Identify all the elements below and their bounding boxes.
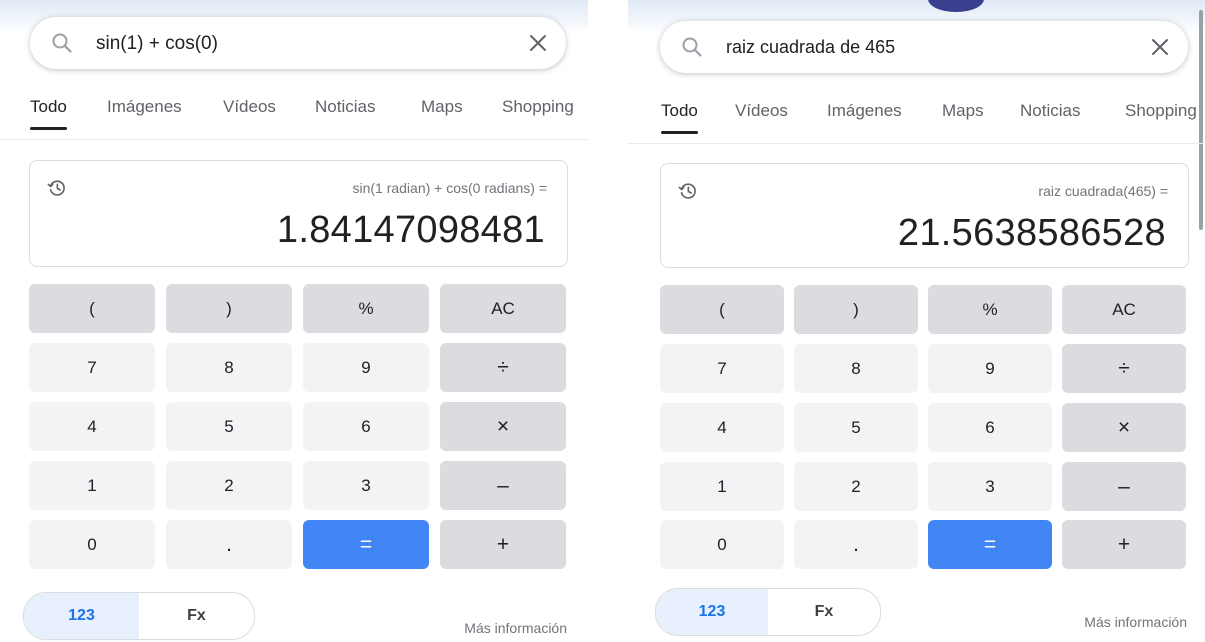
key-1[interactable]: 1 [660, 462, 784, 511]
search-tabs: Todo Imágenes Vídeos Noticias Maps Shopp… [0, 97, 588, 137]
key-decimal[interactable]: . [166, 520, 292, 569]
close-icon[interactable] [1148, 35, 1172, 59]
key-decimal[interactable]: . [794, 520, 918, 569]
key-5[interactable]: 5 [166, 402, 292, 451]
search-bar[interactable]: sin(1) + cos(0) [30, 17, 566, 69]
calculator-result: 1.84147098481 [276, 209, 545, 251]
calculator-expression: raiz cuadrada(465) = [1038, 183, 1168, 199]
tab-todo[interactable]: Todo [30, 97, 67, 130]
calculator-display: raiz cuadrada(465) = 21.5638586528 [660, 163, 1189, 268]
key-plus[interactable]: + [1062, 520, 1186, 569]
key-4[interactable]: 4 [660, 403, 784, 452]
key-close-paren[interactable]: ) [166, 284, 292, 333]
key-7[interactable]: 7 [29, 343, 155, 392]
mode-toggle: 123 Fx [655, 588, 881, 636]
tab-noticias[interactable]: Noticias [315, 97, 375, 117]
tabs-divider [0, 139, 588, 140]
key-clear-all[interactable]: AC [440, 284, 566, 333]
tab-videos[interactable]: Vídeos [735, 101, 788, 121]
key-0[interactable]: 0 [29, 520, 155, 569]
key-3[interactable]: 3 [303, 461, 429, 510]
key-plus[interactable]: + [440, 520, 566, 569]
key-0[interactable]: 0 [660, 520, 784, 569]
key-8[interactable]: 8 [166, 343, 292, 392]
key-multiply[interactable]: × [440, 402, 566, 451]
key-close-paren[interactable]: ) [794, 285, 918, 334]
key-4[interactable]: 4 [29, 402, 155, 451]
tab-imagenes[interactable]: Imágenes [107, 97, 182, 117]
history-icon[interactable] [677, 180, 699, 202]
key-divide[interactable]: ÷ [1062, 344, 1186, 393]
close-icon[interactable] [526, 31, 550, 55]
search-icon[interactable] [680, 35, 704, 59]
key-2[interactable]: 2 [166, 461, 292, 510]
key-5[interactable]: 5 [794, 403, 918, 452]
key-clear-all[interactable]: AC [1062, 285, 1186, 334]
key-minus[interactable]: – [1062, 462, 1186, 511]
key-3[interactable]: 3 [928, 462, 1052, 511]
history-icon[interactable] [46, 177, 68, 199]
key-equals[interactable]: = [303, 520, 429, 569]
search-tabs: Todo Vídeos Imágenes Maps Noticias Shopp… [628, 101, 1205, 141]
tab-shopping[interactable]: Shopping [1125, 101, 1197, 121]
search-query[interactable]: raiz cuadrada de 465 [726, 37, 895, 58]
calculator-result: 21.5638586528 [897, 212, 1166, 254]
calculator-display: sin(1 radian) + cos(0 radians) = 1.84147… [29, 160, 568, 267]
key-minus[interactable]: – [440, 461, 566, 510]
mode-functions-button[interactable]: Fx [139, 593, 254, 639]
more-info-link[interactable]: Más información [464, 620, 567, 636]
tab-shopping[interactable]: Shopping [502, 97, 574, 117]
search-icon[interactable] [50, 31, 74, 55]
key-6[interactable]: 6 [928, 403, 1052, 452]
mode-basic-button[interactable]: 123 [24, 593, 139, 639]
more-info-link[interactable]: Más información [1084, 614, 1187, 630]
key-divide[interactable]: ÷ [440, 343, 566, 392]
tab-imagenes[interactable]: Imágenes [827, 101, 902, 121]
key-percent[interactable]: % [303, 284, 429, 333]
key-6[interactable]: 6 [303, 402, 429, 451]
right-calculator-panel: raiz cuadrada de 465 Todo Vídeos Imágene… [628, 0, 1205, 642]
tab-todo[interactable]: Todo [661, 101, 698, 134]
key-1[interactable]: 1 [29, 461, 155, 510]
key-open-paren[interactable]: ( [660, 285, 784, 334]
tab-maps[interactable]: Maps [421, 97, 463, 117]
tab-noticias[interactable]: Noticias [1020, 101, 1080, 121]
mode-functions-button[interactable]: Fx [768, 589, 880, 635]
key-9[interactable]: 9 [303, 343, 429, 392]
tab-videos[interactable]: Vídeos [223, 97, 276, 117]
tab-maps[interactable]: Maps [942, 101, 984, 121]
key-2[interactable]: 2 [794, 462, 918, 511]
key-8[interactable]: 8 [794, 344, 918, 393]
key-open-paren[interactable]: ( [29, 284, 155, 333]
search-query[interactable]: sin(1) + cos(0) [96, 33, 218, 55]
mode-toggle: 123 Fx [23, 592, 255, 640]
key-7[interactable]: 7 [660, 344, 784, 393]
key-9[interactable]: 9 [928, 344, 1052, 393]
key-equals[interactable]: = [928, 520, 1052, 569]
calculator-expression: sin(1 radian) + cos(0 radians) = [352, 180, 547, 196]
key-multiply[interactable]: × [1062, 403, 1186, 452]
key-percent[interactable]: % [928, 285, 1052, 334]
mode-basic-button[interactable]: 123 [656, 589, 768, 635]
left-calculator-panel: sin(1) + cos(0) Todo Imágenes Vídeos Not… [0, 0, 588, 642]
search-bar[interactable]: raiz cuadrada de 465 [660, 21, 1188, 73]
tabs-divider [628, 143, 1205, 144]
